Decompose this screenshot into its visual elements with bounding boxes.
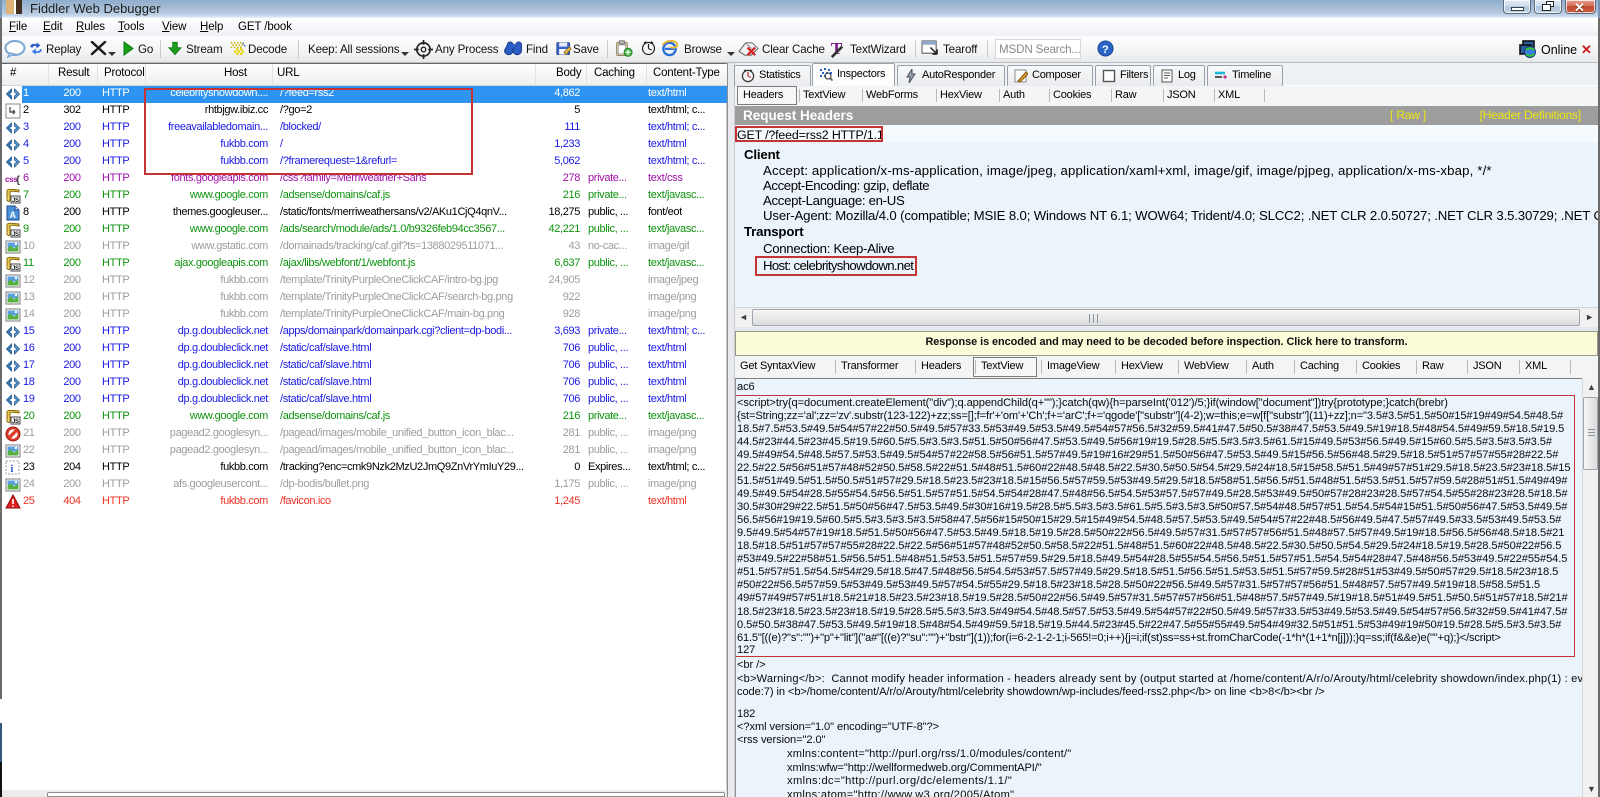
svg-text:?: ?	[1102, 44, 1109, 56]
svg-text:JS: JS	[12, 232, 19, 238]
svg-text:A: A	[10, 210, 17, 220]
svg-text:JS: JS	[12, 198, 19, 204]
svg-text:{: {	[16, 175, 20, 186]
svg-text:JS: JS	[12, 419, 19, 425]
svg-text:JS: JS	[12, 266, 19, 272]
